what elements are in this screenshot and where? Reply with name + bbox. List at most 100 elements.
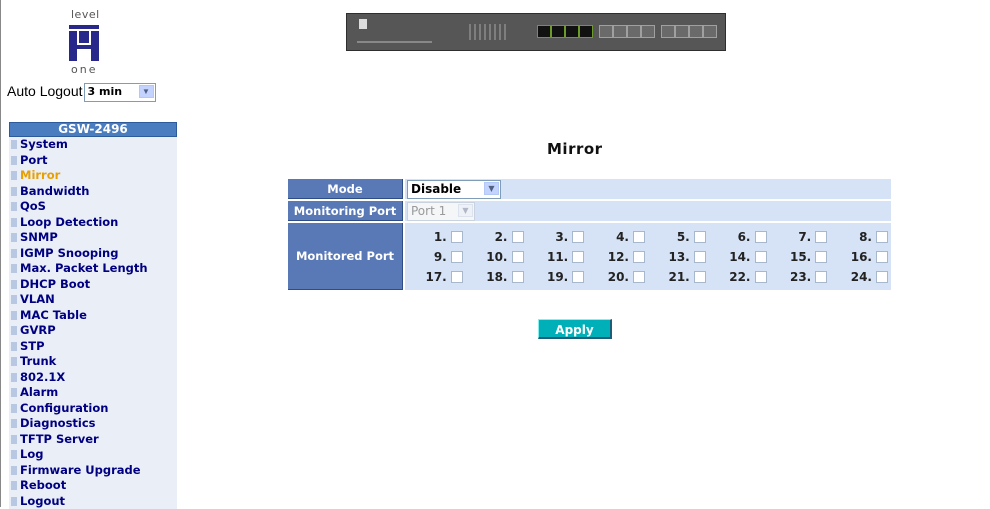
port-number-label: 24. (851, 270, 872, 284)
menu-item-mirror[interactable]: Mirror (9, 168, 177, 184)
port-number-label: 2. (495, 230, 508, 244)
port-number-label: 11. (547, 250, 568, 264)
device-logo-icon (359, 19, 367, 29)
menu-item-snmp[interactable]: SNMP (9, 230, 177, 246)
port-checkbox[interactable] (633, 231, 645, 243)
port-number-label: 9. (434, 250, 447, 264)
port-checkbox[interactable] (694, 251, 706, 263)
menu-item-label: Port (20, 153, 48, 167)
monitored-port-item: 15. (770, 248, 831, 266)
menu-item-label: Mirror (20, 168, 60, 182)
monitored-port-item: 6. (709, 228, 770, 246)
menu-item-system[interactable]: System (9, 137, 177, 153)
port-checkbox[interactable] (572, 271, 584, 283)
port-checkbox[interactable] (755, 271, 767, 283)
menu-item-reboot[interactable]: Reboot (9, 478, 177, 494)
monitored-port-item: 8. (830, 228, 891, 246)
port-checkbox[interactable] (815, 251, 827, 263)
device-leds (469, 24, 509, 40)
monitored-port-cell: 1.2.3.4.5.6.7.8.9.10.11.12.13.14.15.16.1… (405, 223, 891, 290)
menu-item-configuration[interactable]: Configuration (9, 401, 177, 417)
port-number-label: 20. (608, 270, 629, 284)
menu-bullet-icon (11, 373, 17, 382)
menu-item-bandwidth[interactable]: Bandwidth (9, 184, 177, 200)
menu-item-firmware-upgrade[interactable]: Firmware Upgrade (9, 463, 177, 479)
menu-item-802-1x[interactable]: 802.1X (9, 370, 177, 386)
menu-header: GSW-2496 (9, 122, 177, 137)
menu-item-igmp-snooping[interactable]: IGMP Snooping (9, 246, 177, 262)
menu-item-label: VLAN (20, 292, 55, 306)
menu-item-vlan[interactable]: VLAN (9, 292, 177, 308)
port-number-label: 14. (729, 250, 750, 264)
menu-item-label: Reboot (20, 478, 66, 492)
menu-item-label: Log (20, 447, 43, 461)
menu-item-trunk[interactable]: Trunk (9, 354, 177, 370)
monitored-port-item: 14. (709, 248, 770, 266)
port-checkbox[interactable] (633, 271, 645, 283)
port-checkbox[interactable] (815, 271, 827, 283)
menu-item-diagnostics[interactable]: Diagnostics (9, 416, 177, 432)
monitored-port-item: 22. (709, 268, 770, 286)
menu-bullet-icon (11, 435, 17, 444)
monitoring-port-select[interactable]: Port 1 ▼ (407, 202, 475, 221)
switch-front-panel-image (346, 13, 726, 51)
port-checkbox[interactable] (512, 231, 524, 243)
monitoring-port-value: Port 1 (411, 204, 446, 218)
chevron-down-icon: ▼ (139, 85, 154, 98)
apply-button[interactable]: Apply (538, 319, 612, 339)
port-checkbox[interactable] (451, 231, 463, 243)
monitored-port-item: 17. (405, 268, 466, 286)
port-number-label: 8. (859, 230, 872, 244)
menu-bullet-icon (11, 295, 17, 304)
port-checkbox[interactable] (755, 231, 767, 243)
auto-logout-label: Auto Logout (7, 83, 83, 99)
monitored-port-item: 3. (527, 228, 588, 246)
port-checkbox[interactable] (876, 231, 888, 243)
menu-item-label: Bandwidth (20, 184, 89, 198)
menu-item-alarm[interactable]: Alarm (9, 385, 177, 401)
chevron-down-icon: ▼ (458, 204, 473, 217)
port-checkbox[interactable] (694, 231, 706, 243)
device-port-icon (641, 25, 655, 38)
port-checkbox[interactable] (572, 251, 584, 263)
menu-item-tftp-server[interactable]: TFTP Server (9, 432, 177, 448)
port-checkbox[interactable] (633, 251, 645, 263)
menu-item-dhcp-boot[interactable]: DHCP Boot (9, 277, 177, 293)
port-checkbox[interactable] (876, 271, 888, 283)
menu-item-qos[interactable]: QoS (9, 199, 177, 215)
port-checkbox-grid: 1.2.3.4.5.6.7.8.9.10.11.12.13.14.15.16.1… (405, 223, 891, 290)
device-port-icon (613, 25, 627, 38)
mode-select[interactable]: Disable▼ (407, 180, 501, 199)
menu-item-gvrp[interactable]: GVRP (9, 323, 177, 339)
port-number-label: 19. (547, 270, 568, 284)
menu-item-max-packet-length[interactable]: Max. Packet Length (9, 261, 177, 277)
menu-item-log[interactable]: Log (9, 447, 177, 463)
port-checkbox[interactable] (755, 251, 767, 263)
monitored-port-item: 16. (830, 248, 891, 266)
port-number-label: 17. (425, 270, 446, 284)
menu-item-stp[interactable]: STP (9, 339, 177, 355)
logo-text-bottom: one (71, 63, 97, 76)
menu-item-label: System (20, 137, 68, 151)
port-checkbox[interactable] (512, 251, 524, 263)
menu-item-port[interactable]: Port (9, 153, 177, 169)
menu-item-loop-detection[interactable]: Loop Detection (9, 215, 177, 231)
port-checkbox[interactable] (451, 271, 463, 283)
port-checkbox[interactable] (512, 271, 524, 283)
port-number-label: 6. (738, 230, 751, 244)
menu-item-mac-table[interactable]: MAC Table (9, 308, 177, 324)
device-port-icon (551, 25, 565, 38)
port-checkbox[interactable] (815, 231, 827, 243)
device-port-icon (689, 25, 703, 38)
auto-logout-select[interactable]: 3 min▼ (84, 83, 156, 102)
monitored-port-item: 10. (466, 248, 527, 266)
menu-bullet-icon (11, 280, 17, 289)
menu-item-label: DHCP Boot (20, 277, 90, 291)
port-checkbox[interactable] (694, 271, 706, 283)
monitored-port-item: 1. (405, 228, 466, 246)
port-checkbox[interactable] (572, 231, 584, 243)
left-frame: level one Auto Logout3 min▼ GSW-2496 Sys… (0, 0, 183, 507)
port-checkbox[interactable] (876, 251, 888, 263)
port-number-label: 1. (434, 230, 447, 244)
port-checkbox[interactable] (451, 251, 463, 263)
